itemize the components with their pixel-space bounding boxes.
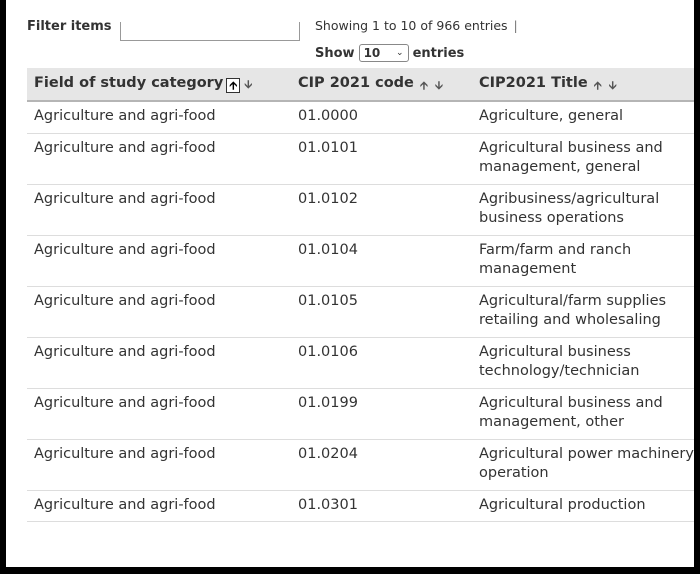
entries-per-page-select[interactable]: 10 ⌄ (358, 44, 409, 62)
category-cell: Agriculture and agri-food (27, 388, 291, 440)
category-cell: Agriculture and agri-food (27, 235, 291, 287)
code-cell: 01.0105 (291, 286, 472, 338)
table-row: Agriculture and agri-food 01.0301 Agricu… (27, 490, 694, 522)
category-cell: Agriculture and agri-food (27, 133, 291, 185)
sort-ascending-icon[interactable]: 🡩 (226, 78, 241, 93)
entries-info: Showing 1 to 10 of 966 entries | (315, 18, 518, 33)
chevron-down-icon: ⌄ (396, 48, 404, 58)
sort-ascending-icon[interactable]: 🡩 (591, 79, 605, 94)
filter-label: Filter items (27, 19, 112, 34)
category-cell: Agriculture and agri-food (27, 286, 291, 338)
code-cell: 01.0199 (291, 388, 472, 440)
column-header-label: CIP2021 Title (479, 74, 588, 91)
title-cell: Agricultural production (472, 490, 694, 522)
entries-label: entries (412, 45, 465, 61)
table-row: Agriculture and agri-food 01.0199 Agricu… (27, 388, 694, 440)
title-cell: Farm/farm and ranch management (472, 235, 694, 287)
category-cell: Agriculture and agri-food (27, 337, 291, 389)
table-row: Agriculture and agri-food 01.0000 Agricu… (27, 101, 694, 134)
title-cell: Agricultural/farm supplies retailing and… (472, 286, 694, 338)
title-cell: Agricultural power machinery operation (472, 439, 694, 491)
sort-descending-icon[interactable]: 🡫 (606, 79, 620, 94)
table-row: Agriculture and agri-food 01.0102 Agribu… (27, 184, 694, 236)
data-table: Field of study category 🡩 🡫 CIP 2021 code 🡩… (27, 68, 694, 522)
code-cell: 01.0106 (291, 337, 472, 389)
table-row: Agriculture and agri-food 01.0106 Agricu… (27, 337, 694, 389)
column-header-label: Field of study category (34, 75, 224, 91)
code-cell: 01.0000 (291, 101, 472, 134)
column-header-cip-code[interactable]: CIP 2021 code 🡩 🡫 (291, 68, 472, 102)
category-cell: Agriculture and agri-food (27, 184, 291, 236)
table-row: Agriculture and agri-food 01.0204 Agricu… (27, 439, 694, 491)
sort-descending-icon[interactable]: 🡫 (432, 79, 446, 94)
table-body: Agriculture and agri-food 01.0000 Agricu… (27, 101, 694, 522)
title-cell: Agricultural business and management, ge… (472, 133, 694, 185)
title-cell: Agricultural business and management, ot… (472, 388, 694, 440)
code-cell: 01.0102 (291, 184, 472, 236)
sort-descending-icon[interactable]: 🡫 (241, 78, 255, 93)
column-header-label: CIP 2021 code (298, 74, 414, 91)
category-cell: Agriculture and agri-food (27, 439, 291, 491)
code-cell: 01.0104 (291, 235, 472, 287)
code-cell: 01.0204 (291, 439, 472, 491)
title-cell: Agribusiness/agricultural business opera… (472, 184, 694, 236)
page-length-control: Show 10 ⌄ entries (315, 44, 464, 62)
category-cell: Agriculture and agri-food (27, 101, 291, 134)
entries-info-text: Showing 1 to 10 of 966 entries (315, 18, 508, 33)
table-widget: Filter items Showing 1 to 10 of 966 entr… (6, 0, 694, 567)
category-cell: Agriculture and agri-food (27, 490, 291, 522)
title-cell: Agricultural business technology/technic… (472, 337, 694, 389)
table-controls: Filter items Showing 1 to 10 of 966 entr… (6, 0, 694, 70)
table-row: Agriculture and agri-food 01.0104 Farm/f… (27, 235, 694, 287)
table-header: Field of study category 🡩 🡫 CIP 2021 code 🡩… (27, 68, 694, 102)
code-cell: 01.0301 (291, 490, 472, 522)
show-label: Show (315, 45, 355, 61)
sort-ascending-icon[interactable]: 🡩 (417, 79, 431, 94)
column-header-cip-title[interactable]: CIP2021 Title 🡩 🡫 (472, 68, 694, 102)
column-header-field-of-study[interactable]: Field of study category 🡩 🡫 (27, 68, 291, 102)
table-row: Agriculture and agri-food 01.0101 Agricu… (27, 133, 694, 185)
filter-input[interactable] (120, 22, 300, 41)
info-separator: | (513, 18, 518, 33)
code-cell: 01.0101 (291, 133, 472, 185)
title-cell: Agriculture, general (472, 101, 694, 134)
table-row: Agriculture and agri-food 01.0105 Agricu… (27, 286, 694, 338)
entries-per-page-value: 10 (363, 46, 381, 60)
